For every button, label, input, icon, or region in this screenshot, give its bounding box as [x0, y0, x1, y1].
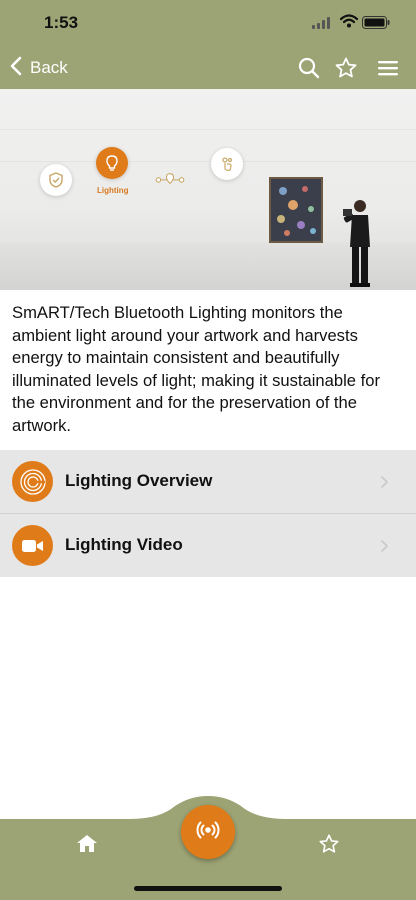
list-item-lighting-overview[interactable]: Lighting Overview: [0, 450, 416, 513]
favorite-star-icon[interactable]: [334, 56, 358, 80]
list-item-label: Lighting Video: [65, 535, 183, 554]
home-indicator: [134, 886, 282, 891]
artwork-painting: [269, 177, 323, 243]
broadcast-button[interactable]: [181, 805, 235, 859]
status-time: 1:53: [44, 13, 79, 32]
list-item-label: Lighting Overview: [65, 471, 213, 490]
back-button[interactable]: Back: [10, 54, 68, 82]
favorites-tab-star-icon[interactable]: [318, 833, 340, 855]
location-icon: [154, 163, 186, 195]
video-camera-icon: [12, 525, 53, 566]
visitor-figure: [340, 197, 380, 290]
feature-description: SmART/Tech Bluetooth Lighting monitors t…: [12, 303, 381, 435]
bulb-icon: [96, 147, 128, 179]
shield-icon: [40, 164, 72, 196]
signal-icon: [312, 16, 330, 34]
back-label: Back: [30, 58, 68, 77]
battery-icon: [362, 16, 390, 34]
chevron-left-icon: [10, 56, 22, 81]
menu-icon[interactable]: [376, 56, 400, 80]
broadcast-icon: [195, 817, 221, 848]
navigation-bar: Back: [0, 48, 416, 89]
chevron-right-icon: [380, 475, 388, 493]
touch-icon: [211, 148, 243, 180]
list-item-lighting-video[interactable]: Lighting Video: [0, 514, 416, 577]
spiral-icon: [12, 461, 53, 502]
search-icon[interactable]: [297, 56, 321, 80]
hero-image: Lighting: [0, 89, 416, 290]
home-icon[interactable]: [76, 833, 98, 855]
wifi-icon: [339, 14, 359, 33]
hero-lighting-label: Lighting: [97, 186, 129, 195]
chevron-right-icon: [380, 539, 388, 557]
status-bar: 1:53: [0, 0, 416, 48]
